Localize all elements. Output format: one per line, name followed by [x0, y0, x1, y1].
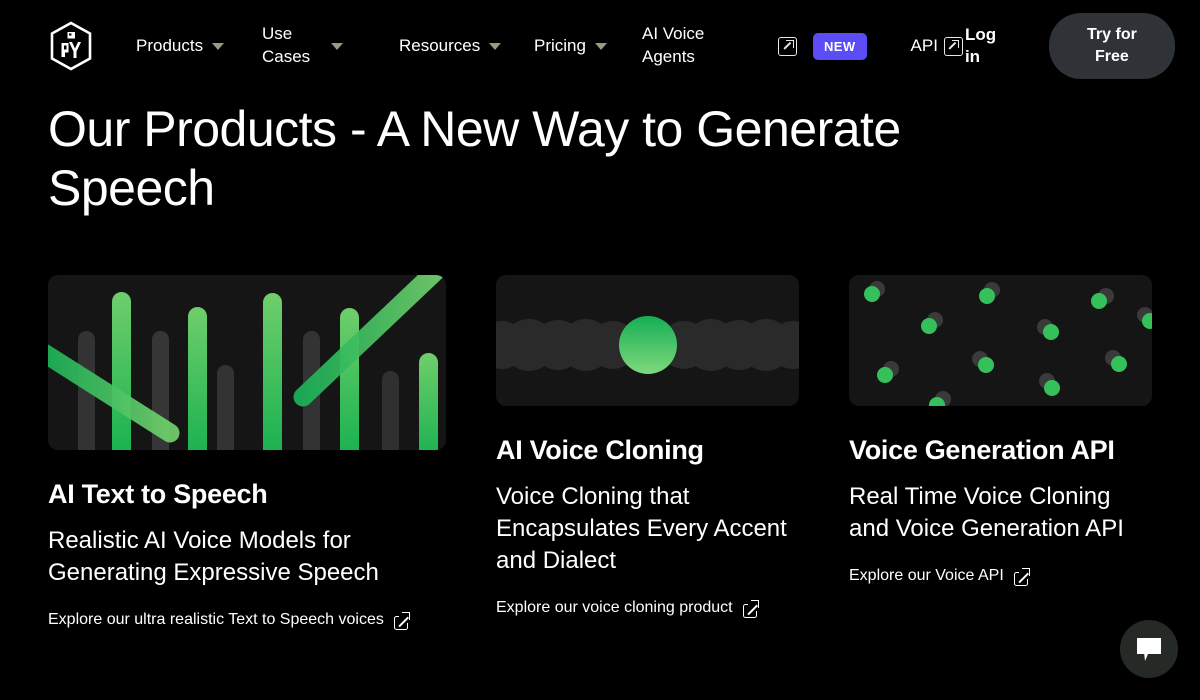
chat-widget-button[interactable] — [1120, 620, 1178, 678]
card-explore-link[interactable]: Explore our voice cloning product — [496, 598, 799, 618]
card-explore-link-label: Explore our voice cloning product — [496, 598, 733, 616]
card-explore-link[interactable]: Explore our Voice API — [849, 566, 1152, 586]
scattered-dots-graphic — [849, 275, 1152, 406]
nav-links: Products Use Cases Resources Pricing AI … — [136, 23, 963, 69]
chevron-down-icon — [489, 42, 502, 50]
external-link-icon — [1013, 566, 1031, 586]
chat-bubble-icon — [1137, 638, 1161, 661]
top-navigation-bar: Products Use Cases Resources Pricing AI … — [0, 0, 1200, 92]
nav-api-label: API — [910, 35, 938, 55]
nav-pricing[interactable]: Pricing — [534, 35, 642, 58]
chevron-down-icon — [331, 42, 343, 50]
nav-resources-label: Resources — [399, 35, 481, 55]
nav-products-label: Products — [136, 35, 204, 55]
bar-waveform-graphic — [48, 275, 446, 450]
card-explore-link[interactable]: Explore our ultra realistic Text to Spee… — [48, 610, 446, 630]
card-description: Realistic AI Voice Models for Generating… — [48, 526, 379, 586]
card-description: Real Time Voice Cloning and Voice Genera… — [849, 482, 1124, 542]
external-link-icon — [393, 610, 411, 630]
nav-ai-voice-agents-label: AI Voice Agents — [642, 24, 705, 66]
chevron-down-icon — [212, 42, 225, 50]
login-link[interactable]: Log in — [965, 24, 1003, 68]
card-voice-generation-api[interactable]: Voice Generation API Real Time Voice Clo… — [849, 275, 1152, 586]
page-title: Our Products - A New Way to Generate Spe… — [48, 101, 901, 216]
nav-resources[interactable]: Resources — [399, 35, 534, 58]
card-title: AI Voice Cloning — [496, 435, 704, 465]
card-explore-link-label: Explore our ultra realistic Text to Spee… — [48, 610, 384, 628]
nav-api[interactable]: API — [911, 35, 963, 58]
card-title: AI Text to Speech — [48, 479, 268, 509]
card-ai-voice-cloning[interactable]: AI Voice Cloning Voice Cloning that Enca… — [496, 275, 799, 618]
external-link-icon — [742, 598, 760, 618]
try-for-free-button[interactable]: Try for Free — [1048, 13, 1175, 79]
chevron-down-icon — [594, 42, 607, 50]
nav-right-actions: Log in Try for Free — [963, 13, 1175, 79]
nav-use-cases-label: Use Cases — [262, 24, 311, 66]
nav-use-cases[interactable]: Use Cases — [262, 23, 399, 69]
card-description: Voice Cloning that Encapsulates Every Ac… — [496, 482, 787, 574]
nav-pricing-label: Pricing — [534, 35, 586, 55]
card-explore-link-label: Explore our Voice API — [849, 566, 1004, 584]
nav-ai-voice-agents[interactable]: AI Voice Agents — [642, 23, 728, 69]
overlapping-circles-graphic — [496, 275, 799, 406]
external-link-icon — [778, 36, 797, 56]
play-ht-cube-logo[interactable] — [48, 21, 94, 71]
product-cards: AI Text to Speech Realistic AI Voice Mod… — [0, 275, 1200, 630]
card-ai-text-to-speech[interactable]: AI Text to Speech Realistic AI Voice Mod… — [48, 275, 446, 630]
nav-products[interactable]: Products — [136, 35, 262, 58]
external-link-icon — [943, 36, 963, 56]
card-title: Voice Generation API — [849, 435, 1115, 465]
new-badge: NEW — [813, 32, 867, 60]
